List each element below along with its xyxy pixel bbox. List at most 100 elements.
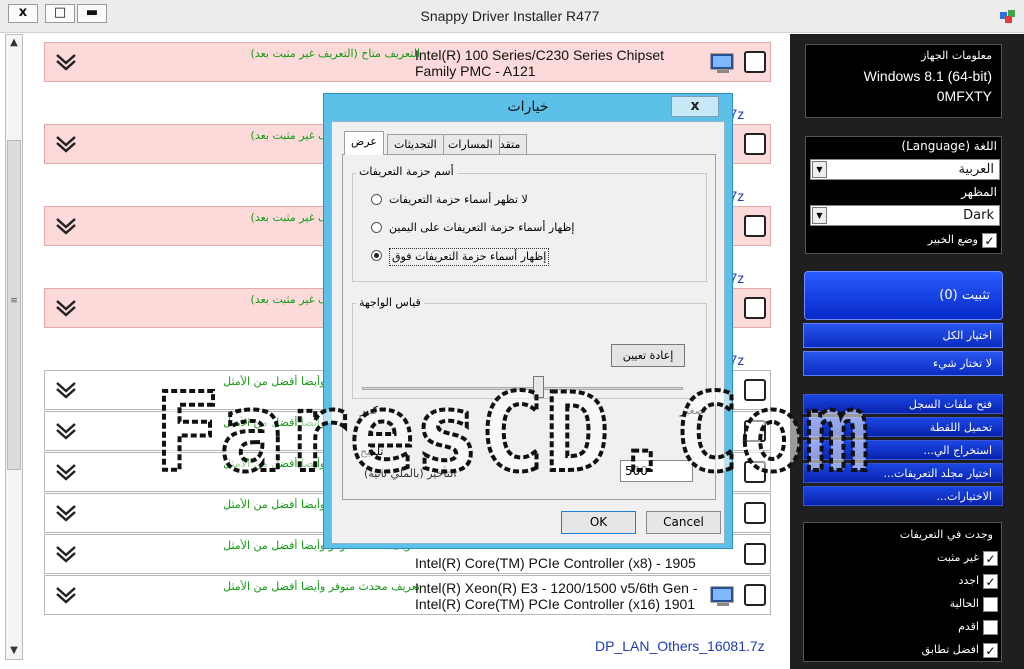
tab-updates[interactable]: التحديثات bbox=[387, 134, 444, 155]
driver-pack-label: DP_LAN_Others_16081.7z bbox=[595, 638, 765, 654]
ui-scale-slider-thumb[interactable] bbox=[532, 376, 544, 398]
radio-names-right[interactable]: إظهار أسماء حزمة التعريفات على اليمين bbox=[371, 220, 574, 236]
driver-checkbox[interactable] bbox=[744, 543, 766, 565]
radio-hide-names[interactable]: لا تظهر أسماء حزمة التعريفات bbox=[371, 192, 528, 208]
expand-chevron-icon[interactable] bbox=[55, 421, 77, 441]
tooltip-delay-label: التأخير (بالملي ثانية) bbox=[364, 467, 457, 480]
filter-title: وجدت في التعريفات bbox=[899, 528, 993, 541]
expand-chevron-icon[interactable] bbox=[55, 380, 77, 400]
window-close-button[interactable]: x bbox=[8, 4, 38, 23]
list-scrollbar[interactable]: ▲ ≡ ▼ bbox=[5, 34, 23, 660]
group-names-title: أسم حزمة التعريفات bbox=[356, 165, 457, 178]
driver-row[interactable]: تعريف محدث متوفر وأيضا أفضل من الأمثل In… bbox=[44, 575, 771, 615]
driver-checkbox[interactable] bbox=[744, 584, 766, 606]
driver-row[interactable]: التعريف متاح (التعريف غير مثبت بعد) Inte… bbox=[44, 42, 771, 82]
driver-checkbox[interactable] bbox=[744, 379, 766, 401]
expand-chevron-icon[interactable] bbox=[55, 298, 77, 318]
language-select[interactable]: ▼ العربية bbox=[810, 159, 1000, 180]
driver-checkbox[interactable] bbox=[744, 215, 766, 237]
theme-select[interactable]: ▼ Dark bbox=[810, 205, 1000, 226]
window-title: Snappy Driver Installer R477 bbox=[420, 8, 600, 24]
snapshot-button[interactable]: تحميل اللقطة bbox=[803, 417, 1003, 437]
expand-chevron-icon[interactable] bbox=[55, 544, 77, 564]
ui-scale-slider[interactable] bbox=[362, 387, 683, 390]
expert-mode-toggle[interactable]: ✓ وضع الخبير bbox=[928, 231, 997, 248]
driver-checkbox[interactable] bbox=[744, 297, 766, 319]
driver-name: Intel(R) 100 Series/C230 Series Chipset … bbox=[415, 47, 665, 79]
filter-newer[interactable]: ✓ اجدد bbox=[958, 572, 998, 589]
language-panel: اللغة (Language) ▼ العربية المظهر ▼ Dark… bbox=[805, 136, 1002, 254]
expand-chevron-icon[interactable] bbox=[55, 462, 77, 482]
filter-best-match[interactable]: ✓ افضل تطابق bbox=[922, 641, 998, 658]
ok-button[interactable]: OK bbox=[561, 511, 636, 534]
driver-folder-button[interactable]: اختيار مجلد التعريفات... bbox=[803, 463, 1003, 483]
driver-checkbox[interactable] bbox=[744, 51, 766, 73]
scroll-up-icon[interactable]: ▲ bbox=[6, 35, 22, 51]
slider-min-label: صغير bbox=[679, 404, 704, 417]
pc-name: 0MFXTY bbox=[936, 88, 992, 104]
filter-label: الحالية bbox=[949, 597, 979, 610]
window-maximize-button[interactable]: □ bbox=[45, 4, 75, 23]
expand-chevron-icon[interactable] bbox=[55, 216, 77, 236]
radio-button[interactable] bbox=[371, 194, 382, 205]
tab-view[interactable]: عرض bbox=[344, 131, 384, 155]
driver-checkbox[interactable] bbox=[744, 420, 766, 442]
window-minimize-button[interactable]: ▬ bbox=[77, 4, 107, 23]
install-button[interactable]: تثبيت (0) bbox=[804, 271, 1003, 320]
select-none-button[interactable]: لا تختار شيء bbox=[803, 351, 1003, 376]
expand-chevron-icon[interactable] bbox=[55, 134, 77, 154]
os-version: Windows 8.1 (64-bit) bbox=[863, 68, 992, 84]
extract-button[interactable]: استخراج الي... bbox=[803, 440, 1003, 460]
filter-checkbox[interactable]: ✓ bbox=[983, 550, 998, 566]
filter-current[interactable]: الحالية bbox=[950, 595, 998, 612]
tab-paths[interactable]: المسارات bbox=[441, 134, 500, 155]
app-icon bbox=[1000, 10, 1015, 23]
expand-chevron-icon[interactable] bbox=[55, 52, 77, 72]
driver-status: التعريف متاح (التعريف غير مثبت بعد) bbox=[250, 47, 420, 60]
options-button[interactable]: الاختيارات... bbox=[803, 486, 1003, 506]
filter-checkbox[interactable] bbox=[983, 619, 998, 635]
tooltip-title: تلميح bbox=[357, 445, 387, 458]
scroll-thumb[interactable]: ≡ bbox=[7, 140, 21, 470]
driver-name: Intel(R) Core(TM) PCIe Controller (x8) -… bbox=[415, 555, 696, 571]
reset-scale-button[interactable]: إعادة تعيين bbox=[611, 344, 685, 367]
radio-label: إظهار أسماء حزمة التعريفات على اليمين bbox=[389, 221, 575, 234]
open-logs-button[interactable]: فتح ملفات السجل bbox=[803, 394, 1003, 414]
tooltip-delay-input[interactable]: 500 bbox=[620, 460, 693, 482]
filter-checkbox[interactable]: ✓ bbox=[983, 642, 998, 658]
driver-checkbox[interactable] bbox=[744, 502, 766, 524]
expand-chevron-icon[interactable] bbox=[55, 503, 77, 523]
driver-checkbox[interactable] bbox=[744, 461, 766, 483]
filter-label: اقدم bbox=[958, 620, 979, 633]
dropdown-arrow-icon: ▼ bbox=[812, 207, 827, 224]
scroll-grip-icon: ≡ bbox=[10, 296, 18, 306]
theme-value: Dark bbox=[963, 208, 994, 223]
expert-mode-checkbox[interactable]: ✓ bbox=[982, 232, 997, 248]
filter-older[interactable]: اقدم bbox=[958, 618, 998, 635]
scroll-down-icon[interactable]: ▼ bbox=[6, 643, 22, 659]
radio-button[interactable] bbox=[371, 222, 382, 233]
expand-chevron-icon[interactable] bbox=[55, 585, 77, 605]
radio-label: لا تظهر أسماء حزمة التعريفات bbox=[389, 193, 528, 206]
filter-not-installed[interactable]: ✓ غير مثبت bbox=[937, 549, 998, 566]
select-all-button[interactable]: اختيار الكل bbox=[803, 323, 1003, 348]
filter-label: اجدد bbox=[958, 574, 979, 587]
driver-status: تعريف محدث متوفر وأيضا أفضل من الأمثل bbox=[223, 580, 420, 593]
title-bar: x □ ▬ Snappy Driver Installer R477 bbox=[0, 0, 1024, 33]
filter-label: افضل تطابق bbox=[921, 643, 979, 656]
radio-names-top[interactable]: إظهار أسماء حزمة التعريفات فوق bbox=[371, 248, 550, 266]
radio-button[interactable] bbox=[371, 250, 382, 261]
options-dialog: خيارات x متقدم المسارات التحديثات عرض أس… bbox=[323, 93, 733, 549]
expert-mode-label: وضع الخبير bbox=[927, 233, 978, 246]
theme-label: المظهر bbox=[961, 185, 997, 199]
filter-label: غير مثبت bbox=[937, 551, 979, 564]
filter-checkbox[interactable] bbox=[983, 596, 998, 612]
dialog-close-button[interactable]: x bbox=[671, 96, 719, 117]
system-info-panel[interactable]: معلومات الجهاز Windows 8.1 (64-bit) 0MFX… bbox=[805, 44, 1002, 118]
computer-icon bbox=[710, 53, 734, 73]
filter-checkbox[interactable]: ✓ bbox=[983, 573, 998, 589]
ui-scale-title: قياس الواجهة bbox=[356, 296, 424, 309]
radio-label: إظهار أسماء حزمة التعريفات فوق bbox=[389, 248, 550, 266]
cancel-button[interactable]: Cancel bbox=[646, 511, 721, 534]
driver-checkbox[interactable] bbox=[744, 133, 766, 155]
